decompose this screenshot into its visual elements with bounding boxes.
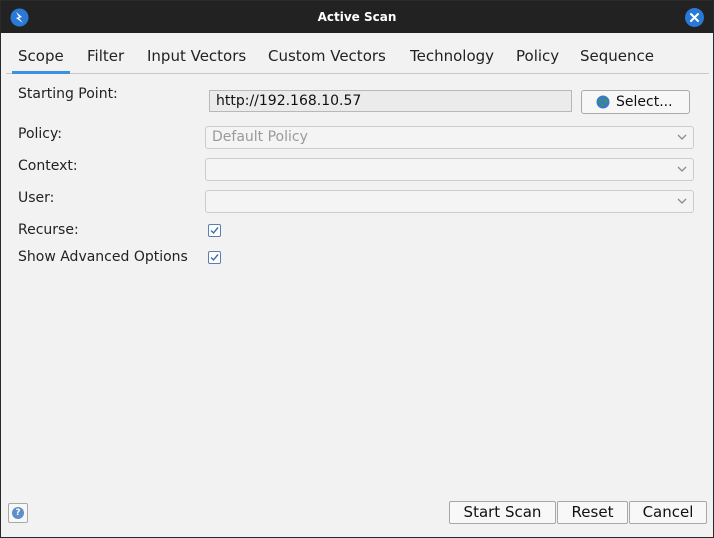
- close-icon: [690, 13, 699, 22]
- active-scan-dialog: Active Scan Scope Filter Input Vectors C…: [0, 0, 714, 538]
- chevron-down-icon: [677, 198, 687, 204]
- globe-icon: [596, 95, 610, 109]
- policy-select-value: Default Policy: [212, 129, 308, 145]
- reset-button[interactable]: Reset: [557, 501, 628, 524]
- check-icon: [210, 254, 219, 262]
- select-button[interactable]: Select...: [581, 90, 690, 114]
- tab-technology[interactable]: Technology: [410, 33, 494, 73]
- user-select[interactable]: [205, 190, 694, 213]
- cancel-button[interactable]: Cancel: [629, 501, 707, 524]
- user-label: User:: [18, 190, 55, 206]
- help-button[interactable]: ?: [8, 503, 28, 523]
- tab-scope[interactable]: Scope: [12, 33, 70, 74]
- tab-bar: Scope Filter Input Vectors Custom Vector…: [6, 33, 709, 74]
- help-icon: ?: [12, 507, 24, 519]
- window-title: Active Scan: [317, 10, 397, 24]
- tab-policy[interactable]: Policy: [516, 33, 559, 73]
- show-advanced-label: Show Advanced Options: [18, 249, 188, 265]
- tab-custom-vectors[interactable]: Custom Vectors: [268, 33, 386, 73]
- title-bar[interactable]: Active Scan: [1, 1, 713, 33]
- chevron-down-icon: [677, 166, 687, 172]
- starting-point-input[interactable]: http://192.168.10.57: [209, 90, 572, 112]
- show-advanced-checkbox[interactable]: [208, 251, 221, 264]
- policy-label: Policy:: [18, 126, 62, 142]
- context-select[interactable]: [205, 158, 694, 181]
- close-button[interactable]: [685, 8, 704, 27]
- recurse-checkbox[interactable]: [208, 224, 221, 237]
- tab-input-vectors[interactable]: Input Vectors: [147, 33, 246, 73]
- starting-point-label: Starting Point:: [18, 86, 118, 102]
- start-scan-button[interactable]: Start Scan: [449, 501, 556, 524]
- policy-select[interactable]: Default Policy: [205, 126, 694, 149]
- tab-sequence[interactable]: Sequence: [580, 33, 654, 73]
- select-button-label: Select...: [616, 94, 673, 110]
- context-label: Context:: [18, 158, 78, 174]
- recurse-label: Recurse:: [18, 222, 79, 238]
- check-icon: [210, 227, 219, 235]
- chevron-down-icon: [677, 134, 687, 140]
- tab-filter[interactable]: Filter: [87, 33, 124, 73]
